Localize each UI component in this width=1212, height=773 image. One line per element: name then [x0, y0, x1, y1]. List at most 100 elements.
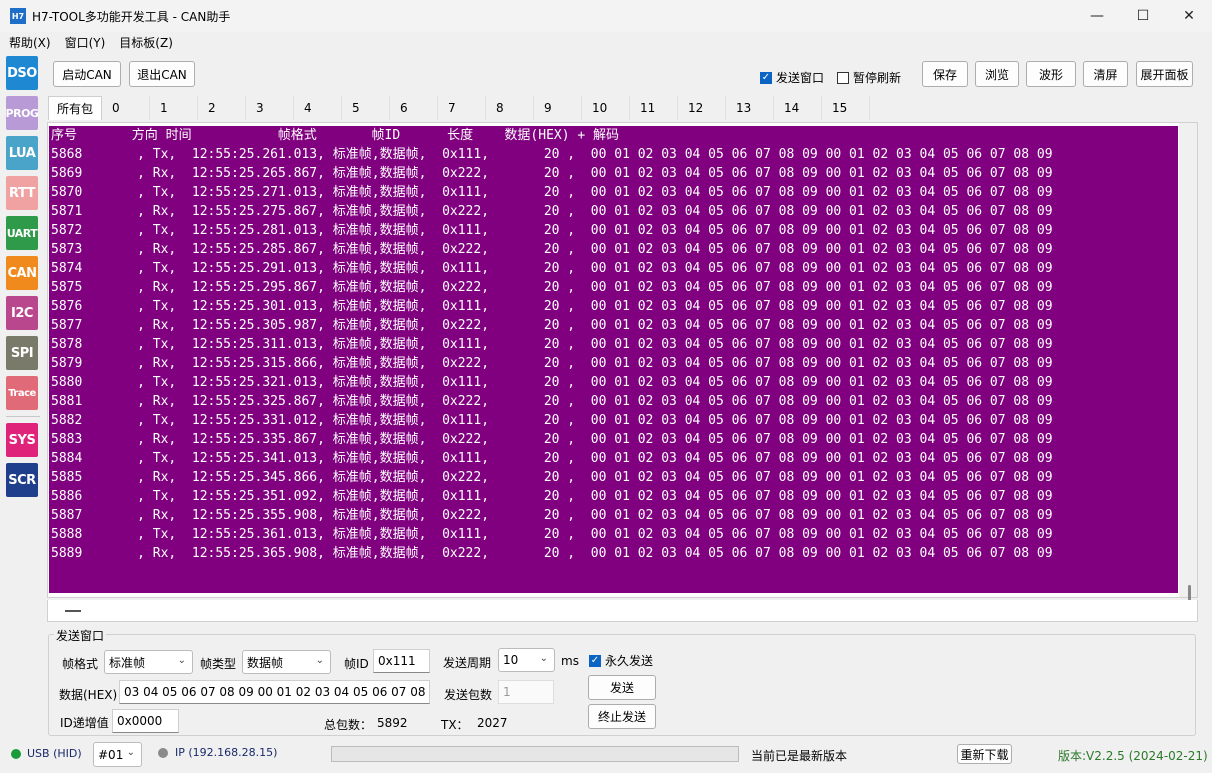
save-button[interactable]: 保存	[922, 61, 968, 87]
log-line: 5883 , Rx, 12:55:25.335.867, 标准帧,数据帧, 0x…	[51, 432, 1053, 447]
tab-channel-15[interactable]: 15	[822, 96, 870, 120]
sidebar-uart-button[interactable]: UART	[6, 216, 38, 250]
menu-window[interactable]: 窗口(Y)	[65, 34, 106, 51]
scroll-thumb[interactable]	[65, 610, 81, 612]
log-line: 5873 , Rx, 12:55:25.285.867, 标准帧,数据帧, 0x…	[51, 242, 1053, 257]
sidebar-prog-button[interactable]: PROG	[6, 96, 39, 130]
device-value: #01	[98, 747, 124, 762]
frame-format-label: 帧格式	[62, 657, 99, 671]
log-line: 5881 , Rx, 12:55:25.325.867, 标准帧,数据帧, 0x…	[51, 394, 1053, 409]
pause-refresh-checkbox[interactable]: 暂停刷新	[837, 69, 901, 86]
log-line: 5877 , Rx, 12:55:25.305.987, 标准帧,数据帧, 0x…	[51, 318, 1053, 333]
tab-channel-14[interactable]: 14	[774, 96, 822, 120]
log-line: 5870 , Tx, 12:55:25.271.013, 标准帧,数据帧, 0x…	[51, 185, 1053, 200]
ip-status-icon	[158, 748, 168, 758]
tab-channel-6[interactable]: 6	[390, 96, 438, 120]
log-line: 5879 , Rx, 12:55:25.315.866, 标准帧,数据帧, 0x…	[51, 356, 1053, 371]
log-panel: 序号 方向 时间 帧格式 帧ID 长度 数据(HEX) + 解码 5868 , …	[47, 122, 1198, 601]
log-horizontal-scrollbar[interactable]	[47, 600, 1198, 622]
frame-format-value: 标准帧	[109, 655, 146, 670]
sidebar-trace-button[interactable]: Trace	[6, 376, 38, 410]
data-hex-input[interactable]: 03 04 05 06 07 08 09 00 01 02 03 04 05 0…	[119, 680, 430, 704]
id-increment-input[interactable]: 0x0000	[112, 709, 179, 733]
exit-can-button[interactable]: 退出CAN	[129, 61, 195, 87]
frame-format-select[interactable]: 标准帧 ⌄	[104, 650, 193, 674]
menu-help[interactable]: 帮助(X)	[9, 34, 51, 51]
frame-type-label: 帧类型	[200, 657, 237, 671]
log-line: 5886 , Tx, 12:55:25.351.092, 标准帧,数据帧, 0x…	[51, 489, 1053, 504]
menu-target-board[interactable]: 目标板(Z)	[119, 34, 173, 51]
total-packets-label: 总包数：	[324, 718, 373, 732]
log-vertical-scrollbar[interactable]	[1179, 123, 1197, 601]
log-line: 5868 , Tx, 12:55:25.261.013, 标准帧,数据帧, 0x…	[51, 147, 1053, 162]
send-window-checkbox[interactable]: ✓ 发送窗口	[760, 69, 824, 86]
menu-bar: 帮助(X) 窗口(Y) 目标板(Z)	[0, 32, 1212, 52]
send-count-input[interactable]: 1	[498, 680, 554, 704]
tab-channel-0[interactable]: 0	[102, 96, 150, 120]
tab-channel-10[interactable]: 10	[582, 96, 630, 120]
frame-type-value: 数据帧	[247, 655, 284, 670]
log-line: 5888 , Tx, 12:55:25.361.013, 标准帧,数据帧, 0x…	[51, 527, 1053, 542]
scroll-thumb[interactable]	[1188, 585, 1191, 601]
send-period-value: 10	[503, 653, 519, 667]
tab-channel-11[interactable]: 11	[630, 96, 678, 120]
minimize-button[interactable]: —	[1074, 0, 1120, 32]
expand-panel-button[interactable]: 展开面板	[1136, 61, 1193, 87]
chevron-down-icon: ⌄	[539, 653, 548, 664]
forever-send-label: 永久发送	[605, 654, 654, 668]
tab-channel-2[interactable]: 2	[198, 96, 246, 120]
log-line: 5875 , Rx, 12:55:25.295.867, 标准帧,数据帧, 0x…	[51, 280, 1053, 295]
forever-send-checkbox[interactable]: ✓ 永久发送	[589, 652, 653, 669]
usb-status-label: USB (HID)	[27, 747, 82, 760]
app-icon: H7	[10, 8, 26, 24]
total-packets-value: 5892	[377, 716, 408, 730]
redownload-button[interactable]: 重新下载	[957, 744, 1012, 764]
pause-refresh-label: 暂停刷新	[853, 71, 902, 85]
check-icon: ✓	[589, 654, 601, 667]
tab-all-packets[interactable]: 所有包	[48, 96, 102, 120]
tab-channel-13[interactable]: 13	[726, 96, 774, 120]
stop-send-button[interactable]: 终止发送	[588, 704, 656, 729]
frame-id-label: 帧ID	[344, 657, 369, 671]
log-line: 5876 , Tx, 12:55:25.301.013, 标准帧,数据帧, 0x…	[51, 299, 1053, 314]
sidebar-lua-button[interactable]: LUA	[6, 136, 38, 170]
send-period-label: 发送周期	[443, 656, 492, 670]
sidebar-rtt-button[interactable]: RTT	[6, 176, 38, 210]
version-label: 版本:V2.2.5 (2024-02-21)	[1058, 749, 1208, 763]
title-bar: H7 H7-TOOL多功能开发工具 - CAN助手 — ☐ ✕	[0, 0, 1212, 32]
send-period-select[interactable]: 10 ⌄	[498, 648, 555, 672]
send-window-label: 发送窗口	[776, 71, 825, 85]
tab-channel-1[interactable]: 1	[150, 96, 198, 120]
start-can-button[interactable]: 启动CAN	[53, 61, 121, 87]
clear-screen-button[interactable]: 清屏	[1083, 61, 1128, 87]
sidebar-sys-button[interactable]: SYS	[6, 423, 38, 457]
tab-channel-12[interactable]: 12	[678, 96, 726, 120]
device-select[interactable]: #01 ⌄	[93, 742, 142, 767]
sidebar-can-button[interactable]: CAN	[6, 256, 38, 290]
wave-button[interactable]: 波形	[1026, 61, 1076, 87]
tab-channel-5[interactable]: 5	[342, 96, 390, 120]
tab-channel-8[interactable]: 8	[486, 96, 534, 120]
log-line: 5871 , Rx, 12:55:25.275.867, 标准帧,数据帧, 0x…	[51, 204, 1053, 219]
sidebar-scr-button[interactable]: SCR	[6, 463, 38, 497]
window-title: H7-TOOL多功能开发工具 - CAN助手	[32, 9, 231, 24]
tab-channel-7[interactable]: 7	[438, 96, 486, 120]
checkbox-box	[837, 71, 849, 84]
frame-type-select[interactable]: 数据帧 ⌄	[242, 650, 331, 674]
send-button[interactable]: 发送	[588, 675, 656, 700]
data-hex-label: 数据(HEX)	[59, 688, 118, 702]
frame-id-input[interactable]: 0x111	[373, 649, 430, 673]
sidebar-dso-button[interactable]: DSO	[6, 56, 38, 90]
sidebar-spi-button[interactable]: SPI	[6, 336, 38, 370]
tab-channel-4[interactable]: 4	[294, 96, 342, 120]
window-controls: — ☐ ✕	[1074, 0, 1212, 32]
can-log-view[interactable]: 序号 方向 时间 帧格式 帧ID 长度 数据(HEX) + 解码 5868 , …	[49, 126, 1178, 593]
close-button[interactable]: ✕	[1166, 0, 1212, 32]
send-count-label: 发送包数	[444, 688, 493, 702]
maximize-button[interactable]: ☐	[1120, 0, 1166, 32]
sidebar-i2c-button[interactable]: I2C	[6, 296, 38, 330]
id-increment-label: ID递增值	[60, 716, 109, 730]
tab-channel-3[interactable]: 3	[246, 96, 294, 120]
tab-channel-9[interactable]: 9	[534, 96, 582, 120]
browse-button[interactable]: 浏览	[975, 61, 1019, 87]
